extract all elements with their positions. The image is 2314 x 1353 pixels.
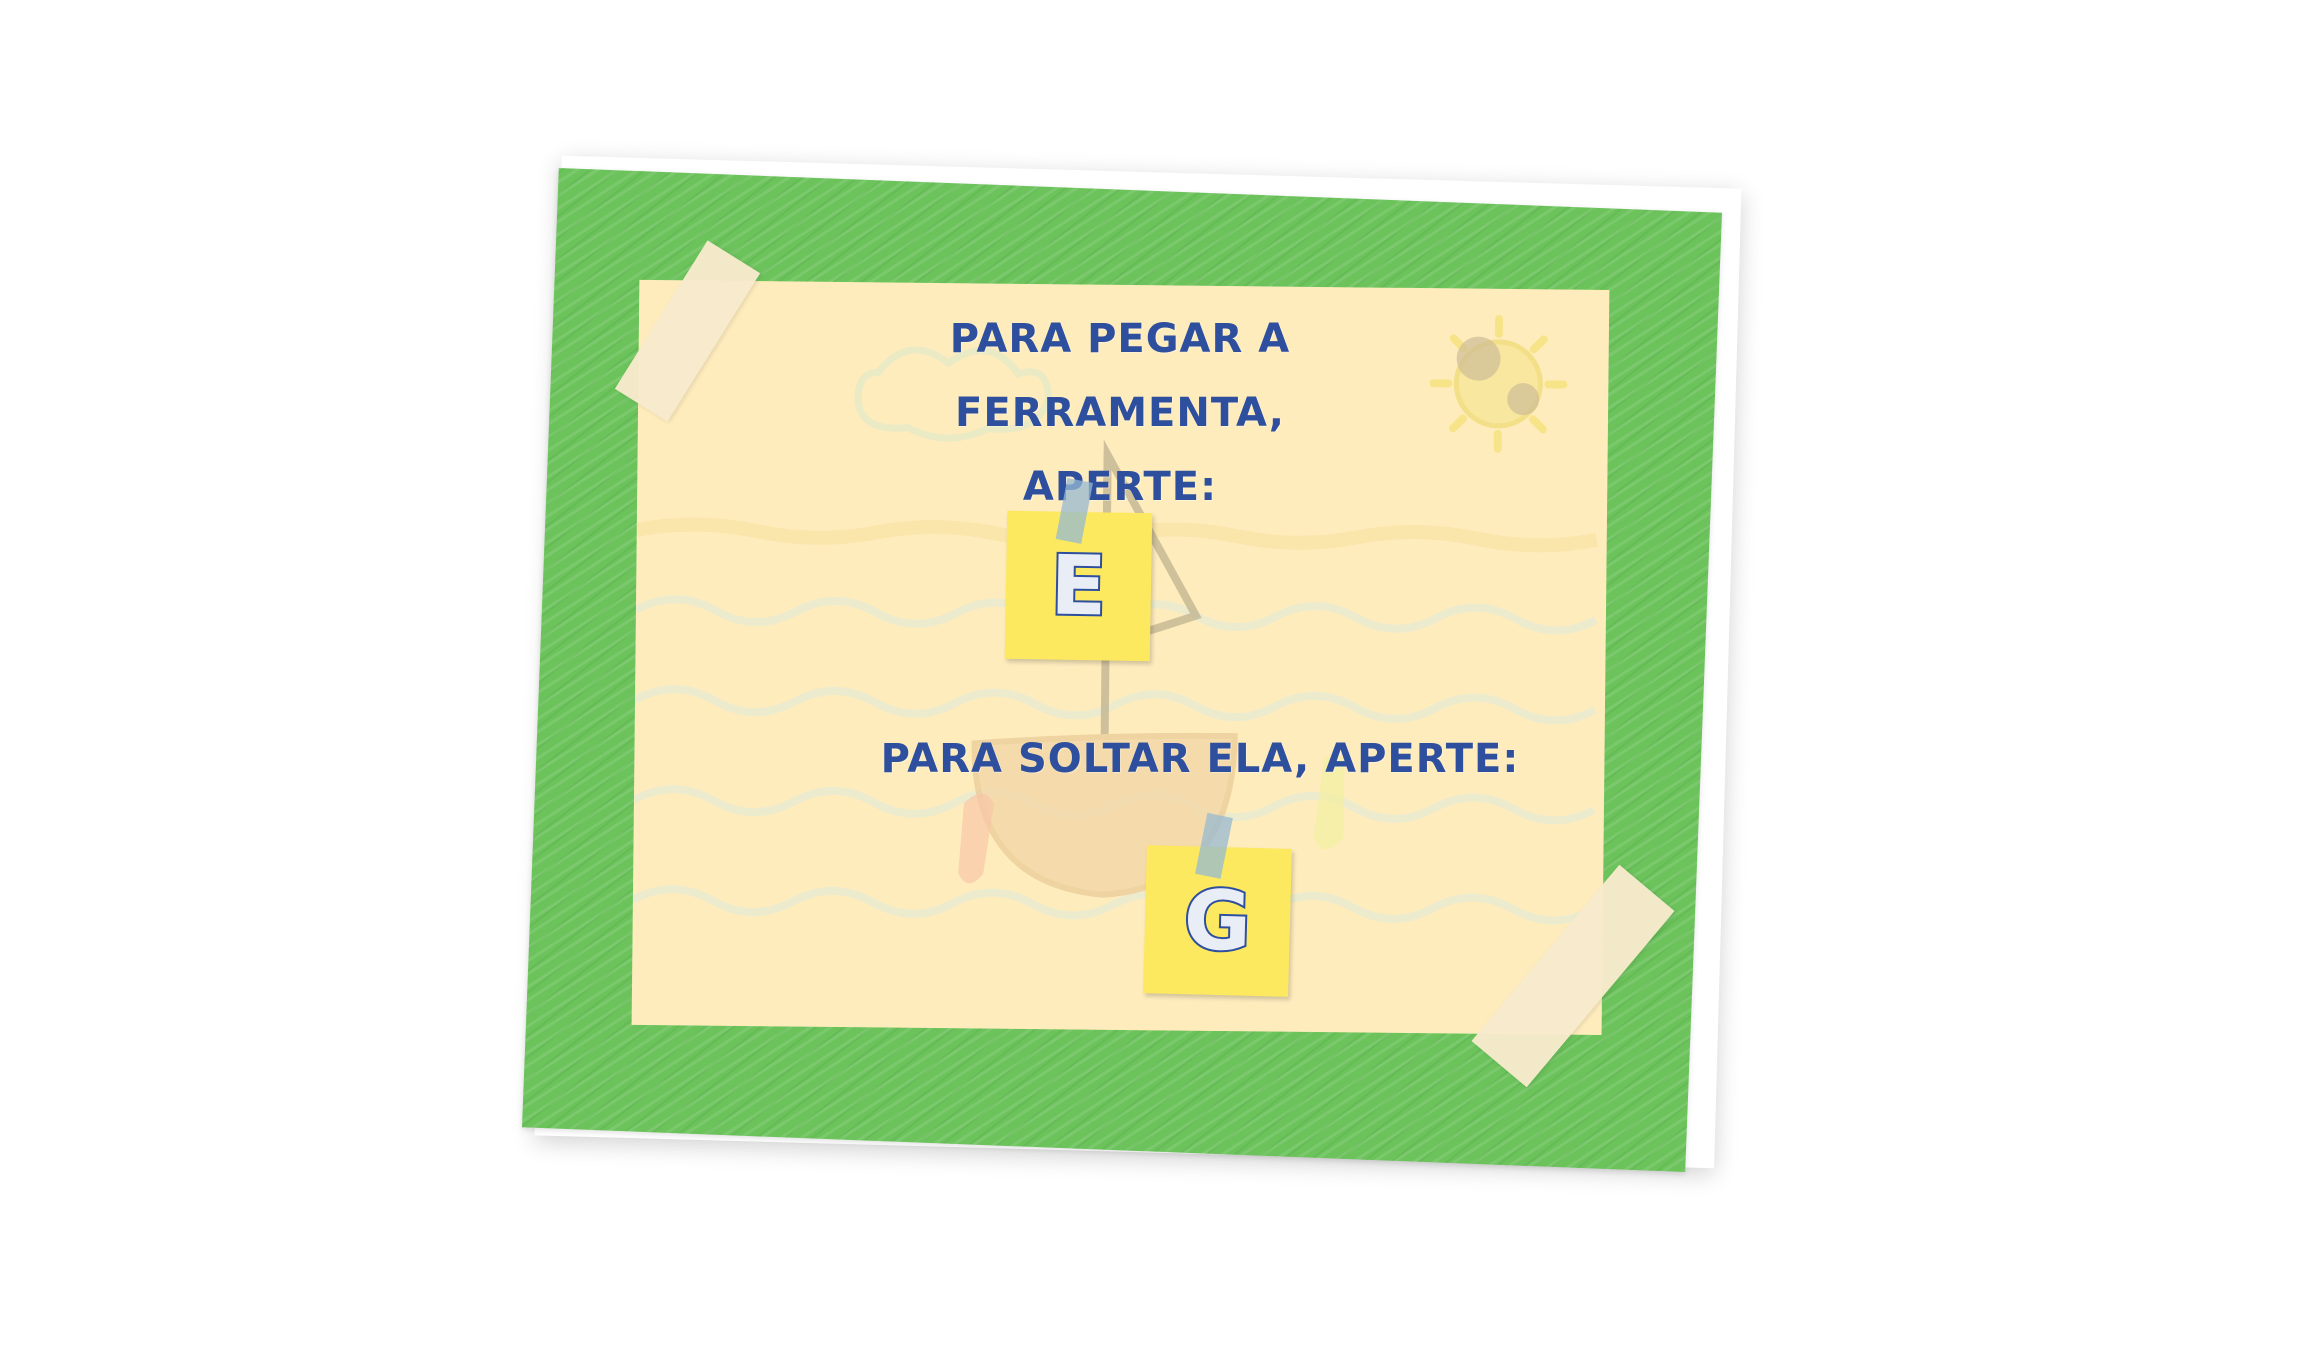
pick-up-key-note: E <box>1004 478 1153 662</box>
pick-up-instruction-line1: PARA PEGAR A FERRAMENTA, <box>949 316 1291 436</box>
tutorial-screen: PARA PEGAR A FERRAMENTA, APERTE: E PARA … <box>0 0 2314 1353</box>
drop-instruction: PARA SOLTAR ELA, APERTE: <box>880 736 1520 782</box>
drop-key-letter: G <box>1181 871 1255 972</box>
pick-up-key-letter: E <box>1048 536 1110 636</box>
drop-key-note: G <box>1143 812 1292 997</box>
pick-up-instruction: PARA PEGAR A FERRAMENTA, APERTE: <box>780 302 1460 524</box>
